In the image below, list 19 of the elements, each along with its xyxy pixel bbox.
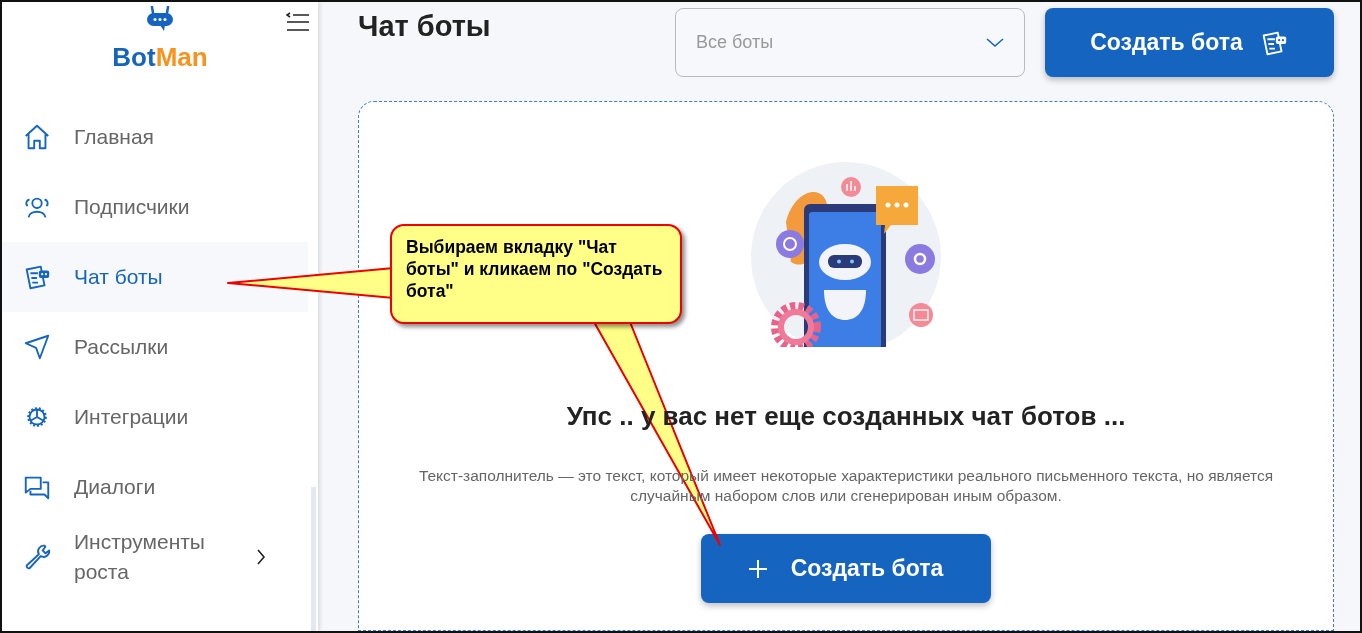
create-bot-button[interactable]: Создать бота (1045, 8, 1334, 77)
chevron-down-icon (986, 37, 1004, 48)
sidebar-item[interactable]: Чат боты (2, 242, 308, 312)
sidebar-item[interactable]: Главная (2, 102, 308, 172)
robot-logo-icon (145, 6, 175, 32)
sidebar-item[interactable]: Подписчики (2, 172, 308, 242)
scrollbar-thumb[interactable] (311, 487, 316, 631)
sidebar-item[interactable]: Инструменты роста (2, 522, 308, 592)
create-bot-button[interactable]: Создать бота (701, 534, 991, 603)
sidebar-item[interactable]: Интеграции (2, 382, 308, 452)
callout-text: Выбираем вкладку "Чат боты" и кликаем по "Создать бота" (406, 236, 664, 302)
home-icon (22, 122, 52, 152)
send-icon (22, 332, 52, 362)
menu-collapse-icon[interactable] (286, 10, 310, 32)
logo-text: BotMan (112, 44, 208, 70)
plus-icon (748, 559, 767, 578)
page-title: Чат боты (358, 9, 492, 41)
sidebar-item[interactable]: Диалоги (2, 452, 308, 522)
sidebar-item[interactable]: Рассылки (2, 312, 308, 382)
